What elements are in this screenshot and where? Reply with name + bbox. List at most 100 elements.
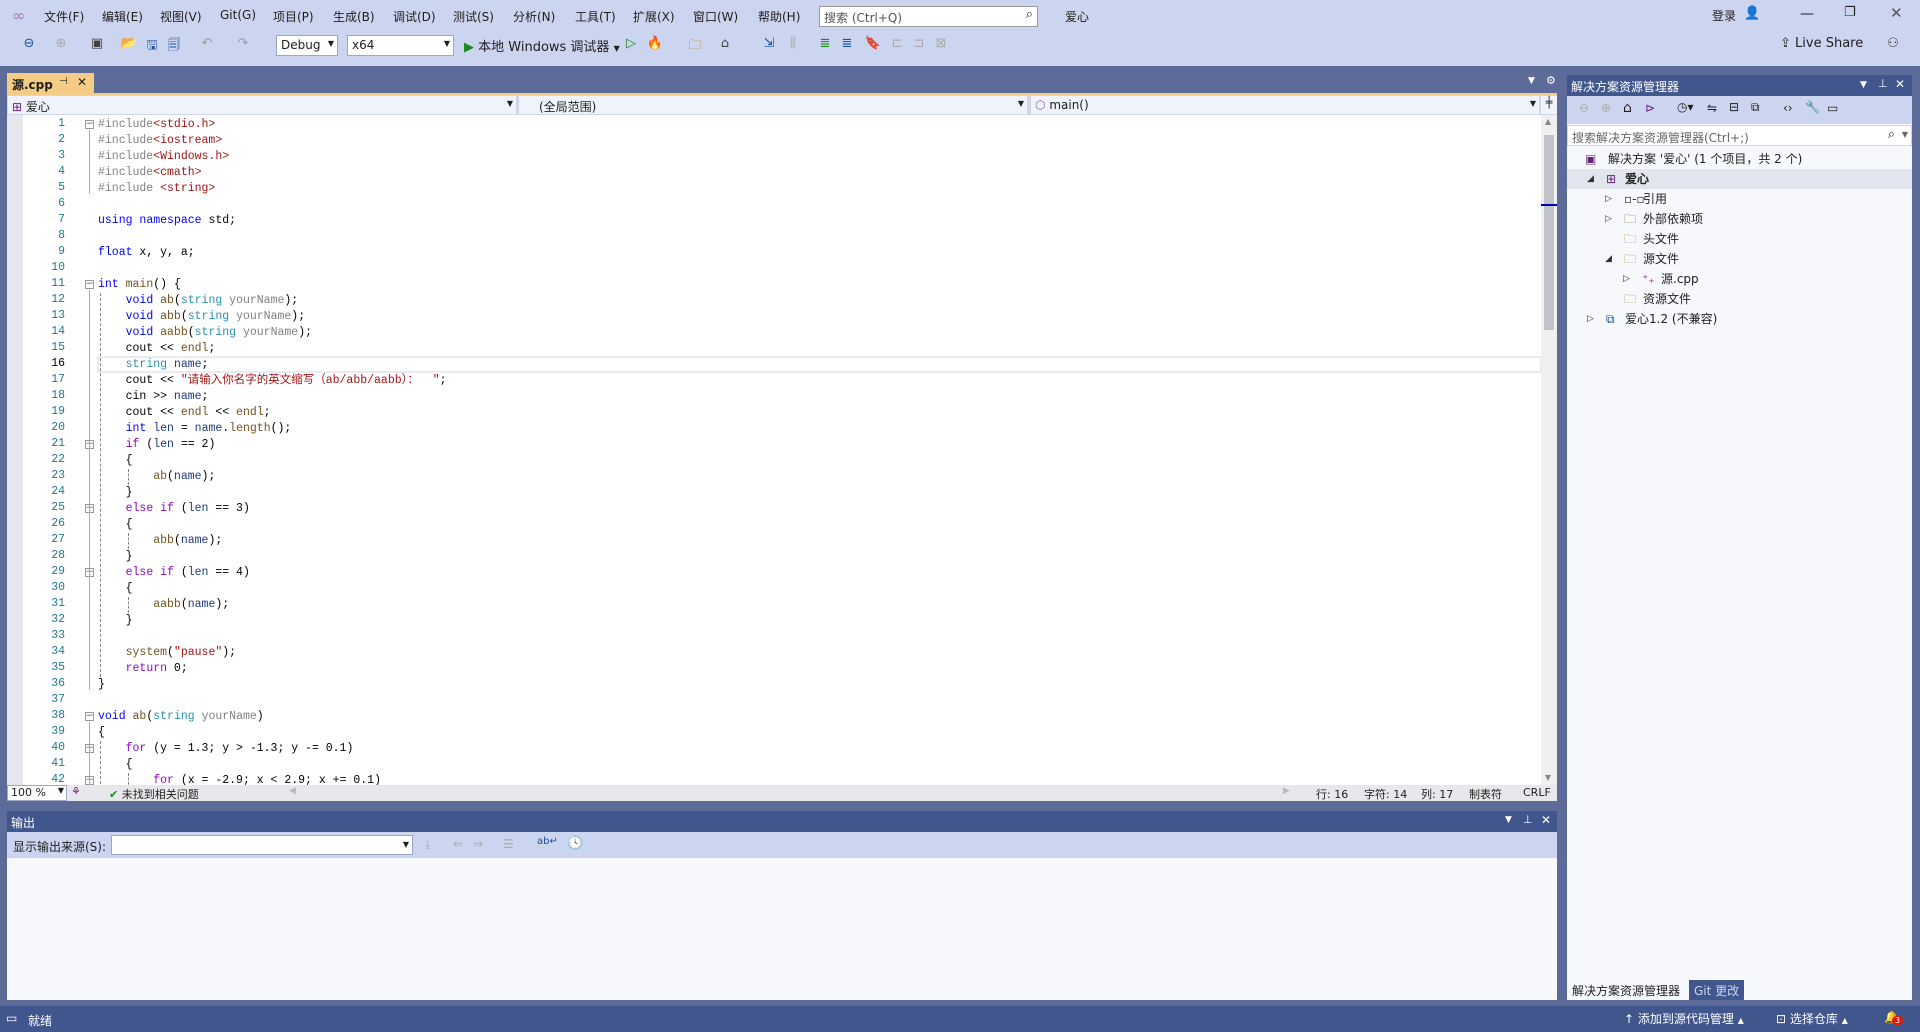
bookmark-icon[interactable]: 🔖: [864, 36, 882, 54]
tree-item[interactable]: 🗀 头文件: [1567, 229, 1912, 249]
scope-select[interactable]: (全局范围) ▼: [519, 96, 1027, 114]
code-line[interactable]: {: [98, 517, 133, 533]
notifications-button[interactable]: 🔔 3: [1884, 1010, 1904, 1025]
collapse-icon[interactable]: −: [85, 712, 94, 721]
code-line[interactable]: #include<stdio.h>: [98, 117, 215, 133]
tab-list-icon[interactable]: ▼: [1528, 76, 1535, 86]
gear-icon[interactable]: ⚙: [1546, 74, 1556, 87]
code-line[interactable]: }: [98, 677, 105, 693]
char-indicator[interactable]: 字符: 14: [1364, 786, 1407, 802]
code-line[interactable]: #include<iostream>: [98, 133, 222, 149]
tree-item[interactable]: ◢ ⊞ 爱心: [1567, 169, 1912, 189]
code-line[interactable]: void aabb(string yourName);: [98, 325, 312, 341]
restore-button[interactable]: ❐: [1844, 5, 1856, 20]
dropdown-icon[interactable]: ▼: [1860, 80, 1867, 90]
split-window-button[interactable]: ╪: [1541, 96, 1557, 114]
tree-item[interactable]: ▷ ⧉ 爱心1.2 (不兼容): [1567, 309, 1912, 329]
menu-item[interactable]: 项目(P): [273, 8, 314, 25]
code-line[interactable]: cout << "请输入你名字的英文缩写（ab/abb/aabb）： ";: [98, 373, 447, 389]
collapsed-arrow-icon[interactable]: ▷: [1587, 309, 1594, 329]
close-window-button[interactable]: ✕: [1890, 4, 1903, 22]
save-icon[interactable]: 🖫: [143, 36, 161, 54]
code-line[interactable]: }: [98, 613, 133, 629]
menu-item[interactable]: 生成(B): [333, 8, 375, 25]
scroll-right-icon[interactable]: ▶: [1283, 786, 1290, 796]
code-line[interactable]: {: [98, 757, 133, 773]
open-file-icon[interactable]: 📂: [120, 36, 138, 54]
scroll-left-icon[interactable]: ◀: [289, 786, 296, 796]
close-panel-icon[interactable]: ✕: [1541, 813, 1551, 827]
code-line[interactable]: system("pause");: [98, 645, 236, 661]
output-source-select[interactable]: ▼: [111, 835, 413, 855]
start-without-debug-icon[interactable]: ▷: [622, 36, 640, 54]
view-code-icon[interactable]: ‹›: [1783, 101, 1793, 115]
scrollbar-thumb[interactable]: [1544, 135, 1554, 330]
solution-search-input[interactable]: 搜索解决方案资源管理器(Ctrl+;) ⌕ ▼: [1567, 125, 1912, 146]
feedback-icon[interactable]: ⚇: [1884, 36, 1902, 54]
next-message-icon[interactable]: ⇒: [473, 837, 483, 851]
issues-indicator[interactable]: ✔ 未找到相关问题: [109, 786, 199, 802]
collapsed-arrow-icon[interactable]: ▷: [1605, 189, 1612, 209]
column-indicator[interactable]: 列: 17: [1421, 786, 1453, 802]
new-project-icon[interactable]: ▣: [88, 36, 106, 54]
sync-icon[interactable]: ⇋: [1707, 101, 1717, 115]
tab-solution-explorer[interactable]: 解决方案资源管理器: [1567, 980, 1686, 1000]
collapse-icon[interactable]: −: [85, 280, 94, 289]
pin-icon[interactable]: ⊣: [59, 76, 68, 87]
step-icon[interactable]: ⇲: [760, 36, 778, 54]
back-icon[interactable]: ⊖: [20, 36, 38, 54]
live-share-button[interactable]: ⇪ Live Share: [1780, 36, 1863, 51]
word-wrap-icon[interactable]: ab↵: [537, 836, 558, 847]
code-line[interactable]: aabb(name);: [98, 597, 229, 613]
project-select[interactable]: ⊞ 爱心 ▼: [8, 96, 516, 114]
pin-icon[interactable]: ⊥: [1523, 813, 1533, 826]
menu-item[interactable]: 视图(V): [160, 8, 202, 25]
add-source-control-button[interactable]: ↑ 添加到源代码管理 ▲: [1624, 1010, 1744, 1027]
code-line[interactable]: else if (len == 4): [98, 565, 250, 581]
switch-views-icon[interactable]: ⊳: [1645, 101, 1655, 115]
menu-item[interactable]: 工具(T): [575, 8, 616, 25]
pin-icon[interactable]: ⊥: [1878, 77, 1888, 90]
code-line[interactable]: #include<Windows.h>: [98, 149, 229, 165]
code-line[interactable]: if (len == 2): [98, 437, 216, 453]
member-select[interactable]: ⬡ main() ▼: [1031, 96, 1539, 114]
collapse-all-icon[interactable]: ⊟: [1729, 100, 1739, 114]
properties-wrench-icon[interactable]: 🔧: [1805, 100, 1820, 114]
code-line[interactable]: abb(name);: [98, 533, 222, 549]
platform-select[interactable]: x64 ▼: [347, 35, 454, 56]
code-line[interactable]: }: [98, 485, 133, 501]
code-line[interactable]: {: [98, 453, 133, 469]
code-line[interactable]: {: [98, 725, 105, 741]
clear-all-icon[interactable]: ☰: [503, 837, 514, 851]
code-editor[interactable]: 1 #include<stdio.h> 2 #include<iostream> 3 #i…: [7, 115, 1557, 785]
select-repo-button[interactable]: ⊡ 选择仓库 ▲: [1776, 1010, 1848, 1027]
add-account-icon[interactable]: 👤: [1744, 6, 1760, 21]
indent-indicator[interactable]: 制表符: [1469, 786, 1502, 802]
tab-source-cpp[interactable]: 源.cpp ⊣ ✕: [7, 73, 94, 93]
chevron-down-icon[interactable]: ▼: [1902, 130, 1908, 139]
minimize-button[interactable]: —: [1800, 6, 1814, 22]
find-in-files-icon[interactable]: 🗀: [686, 36, 704, 54]
code-line[interactable]: }: [98, 549, 133, 565]
dropdown-icon[interactable]: ▼: [1505, 815, 1512, 825]
scroll-down-icon[interactable]: ▼: [1545, 773, 1551, 782]
code-line[interactable]: #include <string>: [98, 181, 215, 197]
line-ending-indicator[interactable]: CRLF: [1523, 786, 1551, 799]
undo-icon[interactable]: ↶: [198, 36, 216, 54]
code-line[interactable]: {: [98, 581, 133, 597]
output-window-icon[interactable]: ▭: [6, 1011, 17, 1025]
code-line[interactable]: int main() {: [98, 277, 181, 293]
tree-item[interactable]: ▷ ⁺₊ 源.cpp: [1567, 269, 1912, 289]
menu-item[interactable]: 帮助(H): [758, 8, 800, 25]
show-all-files-icon[interactable]: ⧉: [1751, 100, 1760, 115]
indent-icon[interactable]: ≣: [816, 36, 834, 54]
code-line[interactable]: using namespace std;: [98, 213, 236, 229]
forward-icon[interactable]: ⊕: [52, 36, 70, 54]
code-line[interactable]: void ab(string yourName);: [98, 293, 299, 309]
menu-item[interactable]: 文件(F): [44, 8, 84, 25]
collapsed-arrow-icon[interactable]: ▷: [1623, 269, 1630, 289]
tree-item[interactable]: ◢ 🗀 源文件: [1567, 249, 1912, 269]
login-button[interactable]: 登录: [1712, 7, 1736, 24]
code-line[interactable]: string name;: [98, 357, 209, 373]
home-icon[interactable]: ⌂: [1623, 100, 1632, 116]
